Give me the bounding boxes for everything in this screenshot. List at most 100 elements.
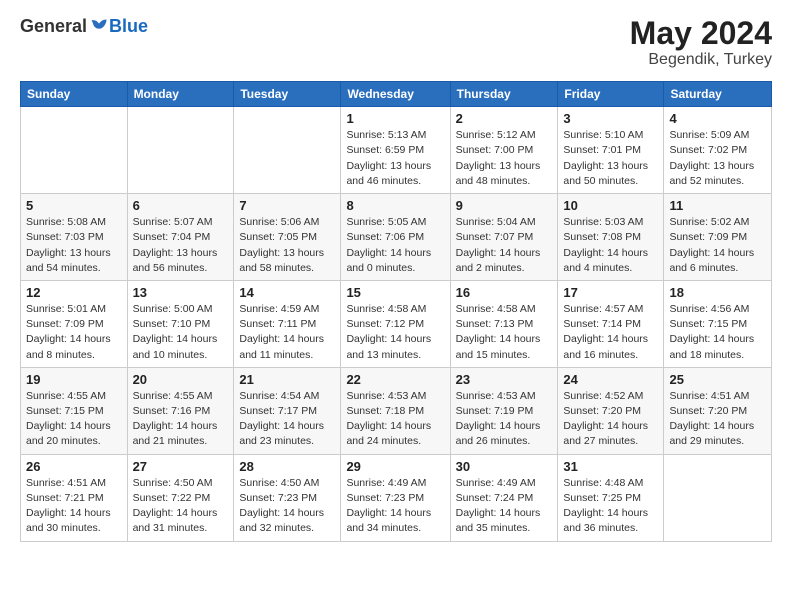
calendar-cell: 22 Sunrise: 4:53 AMSunset: 7:18 PMDayligh… [341, 367, 450, 454]
day-info: Sunrise: 5:08 AMSunset: 7:03 PMDaylight:… [26, 215, 122, 276]
calendar-cell: 1 Sunrise: 5:13 AMSunset: 6:59 PMDaylight… [341, 107, 450, 194]
day-info: Sunrise: 4:57 AMSunset: 7:14 PMDaylight:… [563, 302, 658, 363]
day-info: Sunrise: 4:55 AMSunset: 7:16 PMDaylight:… [133, 389, 229, 450]
day-number: 23 [456, 372, 553, 387]
calendar-cell [234, 107, 341, 194]
calendar-cell [127, 107, 234, 194]
day-number: 27 [133, 459, 229, 474]
calendar-cell: 4 Sunrise: 5:09 AMSunset: 7:02 PMDaylight… [664, 107, 772, 194]
calendar-cell: 7Sunrise: 5:06 AMSunset: 7:05 PMDaylight… [234, 194, 341, 281]
logo-bird-icon [89, 17, 109, 37]
calendar-week-row: 26 Sunrise: 4:51 AMSunset: 7:21 PMDayligh… [21, 454, 772, 541]
calendar-week-row: 1 Sunrise: 5:13 AMSunset: 6:59 PMDaylight… [21, 107, 772, 194]
day-info: Sunrise: 5:04 AMSunset: 7:07 PMDaylight:… [456, 215, 553, 276]
weekday-header-wednesday: Wednesday [341, 82, 450, 107]
weekday-header-sunday: Sunday [21, 82, 128, 107]
day-number: 15 [346, 285, 444, 300]
day-info: Sunrise: 5:02 AMSunset: 7:09 PMDaylight:… [669, 215, 766, 276]
day-info: Sunrise: 4:58 AMSunset: 7:13 PMDaylight:… [456, 302, 553, 363]
day-number: 4 [669, 111, 766, 126]
day-info: Sunrise: 4:52 AMSunset: 7:20 PMDaylight:… [563, 389, 658, 450]
day-info: Sunrise: 5:10 AMSunset: 7:01 PMDaylight:… [563, 128, 658, 189]
day-info: Sunrise: 4:56 AMSunset: 7:15 PMDaylight:… [669, 302, 766, 363]
calendar-cell: 14 Sunrise: 4:59 AMSunset: 7:11 PMDayligh… [234, 280, 341, 367]
weekday-header-monday: Monday [127, 82, 234, 107]
day-info: Sunrise: 5:01 AMSunset: 7:09 PMDaylight:… [26, 302, 122, 363]
day-number: 19 [26, 372, 122, 387]
calendar-cell: 10Sunrise: 5:03 AMSunset: 7:08 PMDayligh… [558, 194, 664, 281]
calendar-cell: 13 Sunrise: 5:00 AMSunset: 7:10 PMDayligh… [127, 280, 234, 367]
day-info: Sunrise: 5:09 AMSunset: 7:02 PMDaylight:… [669, 128, 766, 189]
day-number: 5 [26, 198, 122, 213]
day-number: 25 [669, 372, 766, 387]
header: General Blue May 2024 Begendik, Turkey [20, 16, 772, 69]
calendar-cell: 3Sunrise: 5:10 AMSunset: 7:01 PMDaylight… [558, 107, 664, 194]
day-number: 17 [563, 285, 658, 300]
day-info: Sunrise: 4:55 AMSunset: 7:15 PMDaylight:… [26, 389, 122, 450]
day-info: Sunrise: 5:07 AMSunset: 7:04 PMDaylight:… [133, 215, 229, 276]
day-number: 21 [239, 372, 335, 387]
calendar-cell [21, 107, 128, 194]
calendar-week-row: 12Sunrise: 5:01 AMSunset: 7:09 PMDayligh… [21, 280, 772, 367]
day-info: Sunrise: 4:50 AMSunset: 7:22 PMDaylight:… [133, 476, 229, 537]
weekday-header-thursday: Thursday [450, 82, 558, 107]
day-info: Sunrise: 5:12 AMSunset: 7:00 PMDaylight:… [456, 128, 553, 189]
calendar-cell: 21 Sunrise: 4:54 AMSunset: 7:17 PMDayligh… [234, 367, 341, 454]
day-number: 20 [133, 372, 229, 387]
calendar-cell: 8Sunrise: 5:05 AMSunset: 7:06 PMDaylight… [341, 194, 450, 281]
day-info: Sunrise: 5:00 AMSunset: 7:10 PMDaylight:… [133, 302, 229, 363]
weekday-header-row: SundayMondayTuesdayWednesdayThursdayFrid… [21, 82, 772, 107]
day-info: Sunrise: 4:49 AMSunset: 7:23 PMDaylight:… [346, 476, 444, 537]
calendar-cell: 23Sunrise: 4:53 AMSunset: 7:19 PMDayligh… [450, 367, 558, 454]
calendar-cell: 15 Sunrise: 4:58 AMSunset: 7:12 PMDayligh… [341, 280, 450, 367]
day-number: 11 [669, 198, 766, 213]
title-block: May 2024 Begendik, Turkey [630, 16, 772, 69]
day-number: 13 [133, 285, 229, 300]
day-info: Sunrise: 4:51 AMSunset: 7:21 PMDaylight:… [26, 476, 122, 537]
calendar-cell: 27 Sunrise: 4:50 AMSunset: 7:22 PMDayligh… [127, 454, 234, 541]
day-info: Sunrise: 4:50 AMSunset: 7:23 PMDaylight:… [239, 476, 335, 537]
calendar-cell: 18 Sunrise: 4:56 AMSunset: 7:15 PMDayligh… [664, 280, 772, 367]
logo-blue-text: Blue [109, 16, 148, 37]
calendar-table: SundayMondayTuesdayWednesdayThursdayFrid… [20, 81, 772, 541]
weekday-header-saturday: Saturday [664, 82, 772, 107]
calendar-cell: 19 Sunrise: 4:55 AMSunset: 7:15 PMDayligh… [21, 367, 128, 454]
day-info: Sunrise: 4:58 AMSunset: 7:12 PMDaylight:… [346, 302, 444, 363]
logo-general-text: General [20, 16, 87, 37]
calendar-cell: 17 Sunrise: 4:57 AMSunset: 7:14 PMDayligh… [558, 280, 664, 367]
day-info: Sunrise: 5:06 AMSunset: 7:05 PMDaylight:… [239, 215, 335, 276]
day-number: 14 [239, 285, 335, 300]
day-number: 31 [563, 459, 658, 474]
day-number: 1 [346, 111, 444, 126]
day-info: Sunrise: 5:13 AMSunset: 6:59 PMDaylight:… [346, 128, 444, 189]
day-number: 18 [669, 285, 766, 300]
calendar-cell: 30 Sunrise: 4:49 AMSunset: 7:24 PMDayligh… [450, 454, 558, 541]
calendar-cell [664, 454, 772, 541]
day-info: Sunrise: 4:48 AMSunset: 7:25 PMDaylight:… [563, 476, 658, 537]
day-info: Sunrise: 4:59 AMSunset: 7:11 PMDaylight:… [239, 302, 335, 363]
day-number: 30 [456, 459, 553, 474]
day-number: 22 [346, 372, 444, 387]
calendar-week-row: 5 Sunrise: 5:08 AMSunset: 7:03 PMDaylight… [21, 194, 772, 281]
day-number: 26 [26, 459, 122, 474]
day-info: Sunrise: 5:03 AMSunset: 7:08 PMDaylight:… [563, 215, 658, 276]
calendar-cell: 26 Sunrise: 4:51 AMSunset: 7:21 PMDayligh… [21, 454, 128, 541]
calendar-week-row: 19 Sunrise: 4:55 AMSunset: 7:15 PMDayligh… [21, 367, 772, 454]
calendar-cell: 5 Sunrise: 5:08 AMSunset: 7:03 PMDaylight… [21, 194, 128, 281]
day-info: Sunrise: 4:51 AMSunset: 7:20 PMDaylight:… [669, 389, 766, 450]
day-number: 6 [133, 198, 229, 213]
day-info: Sunrise: 4:54 AMSunset: 7:17 PMDaylight:… [239, 389, 335, 450]
calendar-cell: 31 Sunrise: 4:48 AMSunset: 7:25 PMDayligh… [558, 454, 664, 541]
weekday-header-tuesday: Tuesday [234, 82, 341, 107]
calendar-cell: 12Sunrise: 5:01 AMSunset: 7:09 PMDayligh… [21, 280, 128, 367]
day-number: 9 [456, 198, 553, 213]
day-info: Sunrise: 4:49 AMSunset: 7:24 PMDaylight:… [456, 476, 553, 537]
calendar-cell: 28Sunrise: 4:50 AMSunset: 7:23 PMDayligh… [234, 454, 341, 541]
logo: General Blue [20, 16, 148, 37]
calendar-cell: 11 Sunrise: 5:02 AMSunset: 7:09 PMDayligh… [664, 194, 772, 281]
day-info: Sunrise: 4:53 AMSunset: 7:18 PMDaylight:… [346, 389, 444, 450]
month-title: May 2024 [630, 16, 772, 51]
calendar-cell: 9 Sunrise: 5:04 AMSunset: 7:07 PMDaylight… [450, 194, 558, 281]
calendar-cell: 20 Sunrise: 4:55 AMSunset: 7:16 PMDayligh… [127, 367, 234, 454]
calendar-cell: 24Sunrise: 4:52 AMSunset: 7:20 PMDayligh… [558, 367, 664, 454]
